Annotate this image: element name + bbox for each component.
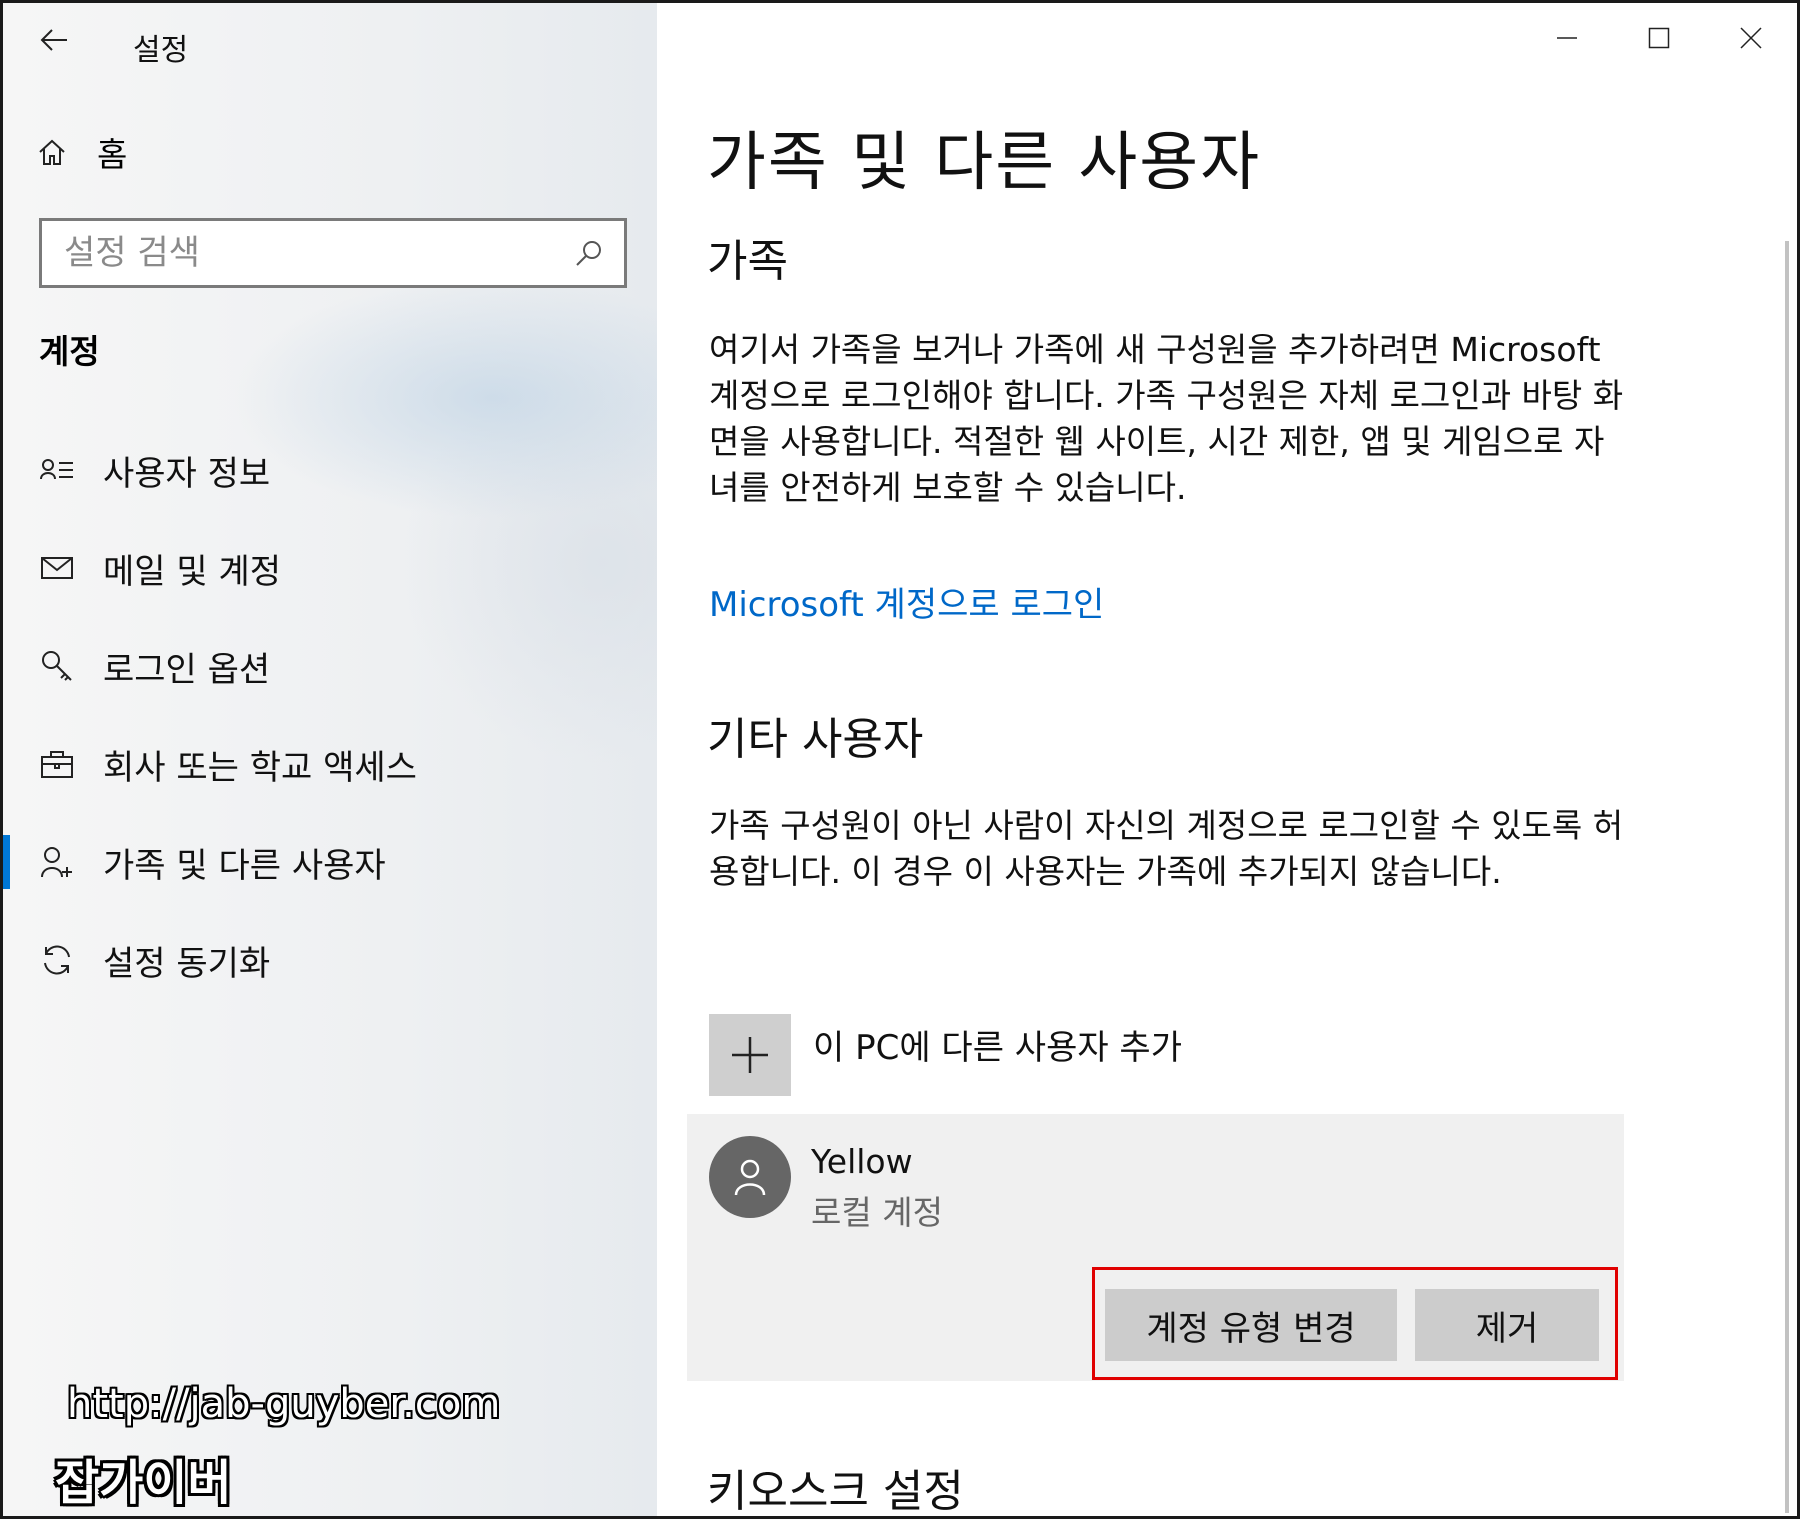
nav-list: 사용자 정보 메일 및 계정 로그인 옵션 회사 또는 학교 액세스 가족 및 …	[3, 421, 657, 1009]
nav-item-sync-settings[interactable]: 설정 동기화	[3, 911, 657, 1009]
nav-item-mail-accounts[interactable]: 메일 및 계정	[3, 519, 657, 617]
nav-item-user-info[interactable]: 사용자 정보	[3, 421, 657, 519]
key-icon	[37, 646, 77, 686]
nav-item-family-other-users[interactable]: 가족 및 다른 사용자	[3, 813, 657, 911]
section-heading-accounts: 계정	[39, 332, 100, 371]
add-user-icon	[37, 842, 77, 882]
back-arrow-icon	[40, 29, 67, 51]
plus-icon	[732, 1037, 768, 1073]
change-account-type-button[interactable]: 계정 유형 변경	[1105, 1289, 1397, 1361]
remove-button[interactable]: 제거	[1415, 1289, 1599, 1361]
nav-item-label: 가족 및 다른 사용자	[103, 845, 386, 886]
add-tile[interactable]	[709, 1014, 791, 1096]
search-icon[interactable]	[564, 228, 614, 278]
scrollbar[interactable]	[1785, 241, 1789, 1513]
other-users-description: 가족 구성원이 아닌 사람이 자신의 계정으로 로그인할 수 있도록 허용합니다…	[709, 806, 1624, 891]
add-user-label: 이 PC에 다른 사용자 추가	[813, 1028, 1182, 1068]
mail-icon	[37, 548, 77, 588]
sync-icon	[37, 940, 77, 980]
kiosk-heading: 키오스크 설정	[707, 1466, 964, 1516]
user-account-type: 로컬 계정	[811, 1193, 943, 1232]
watermark-url: http://jab-guyber.com	[67, 1381, 501, 1427]
nav-item-label: 설정 동기화	[103, 943, 271, 984]
watermark-brand: 잡가이버	[55, 1455, 232, 1511]
search-box[interactable]	[39, 218, 627, 288]
nav-item-label: 메일 및 계정	[103, 551, 282, 592]
user-info-icon	[37, 450, 77, 490]
page-title: 가족 및 다른 사용자	[707, 126, 1262, 200]
nav-item-label: 로그인 옵션	[103, 649, 271, 690]
nav-home[interactable]: 홈	[37, 129, 127, 175]
family-heading: 가족	[707, 236, 788, 287]
navigation-pane: 설정 홈 계정 사용자 정보 메일 및 계정	[3, 3, 657, 1516]
user-name: Yellow	[811, 1142, 913, 1181]
nav-item-label: 회사 또는 학교 액세스	[103, 747, 417, 788]
home-icon	[39, 139, 65, 165]
search-input[interactable]	[42, 221, 564, 285]
app-title: 설정	[133, 33, 189, 68]
family-description: 여기서 가족을 보거나 가족에 새 구성원을 추가하려면 Microsoft 계…	[709, 330, 1624, 507]
user-card[interactable]: Yellow 로컬 계정 계정 유형 변경 제거	[687, 1114, 1624, 1381]
other-users-heading: 기타 사용자	[707, 714, 924, 765]
settings-window: 설정 홈 계정 사용자 정보 메일 및 계정	[3, 3, 1797, 1516]
avatar	[709, 1136, 791, 1218]
nav-item-sign-in-options[interactable]: 로그인 옵션	[3, 617, 657, 715]
person-icon	[734, 1159, 766, 1196]
add-user-row[interactable]: 이 PC에 다른 사용자 추가	[709, 1014, 1182, 1096]
microsoft-signin-link[interactable]: Microsoft 계정으로 로그인	[709, 577, 1104, 626]
briefcase-icon	[37, 744, 77, 784]
nav-item-work-school[interactable]: 회사 또는 학교 액세스	[3, 715, 657, 813]
back-button[interactable]	[37, 23, 71, 57]
main-content: 가족 및 다른 사용자 가족 여기서 가족을 보거나 가족에 새 구성원을 추가…	[657, 3, 1797, 1516]
nav-item-label: 사용자 정보	[103, 453, 271, 494]
nav-home-label: 홈	[97, 135, 128, 174]
